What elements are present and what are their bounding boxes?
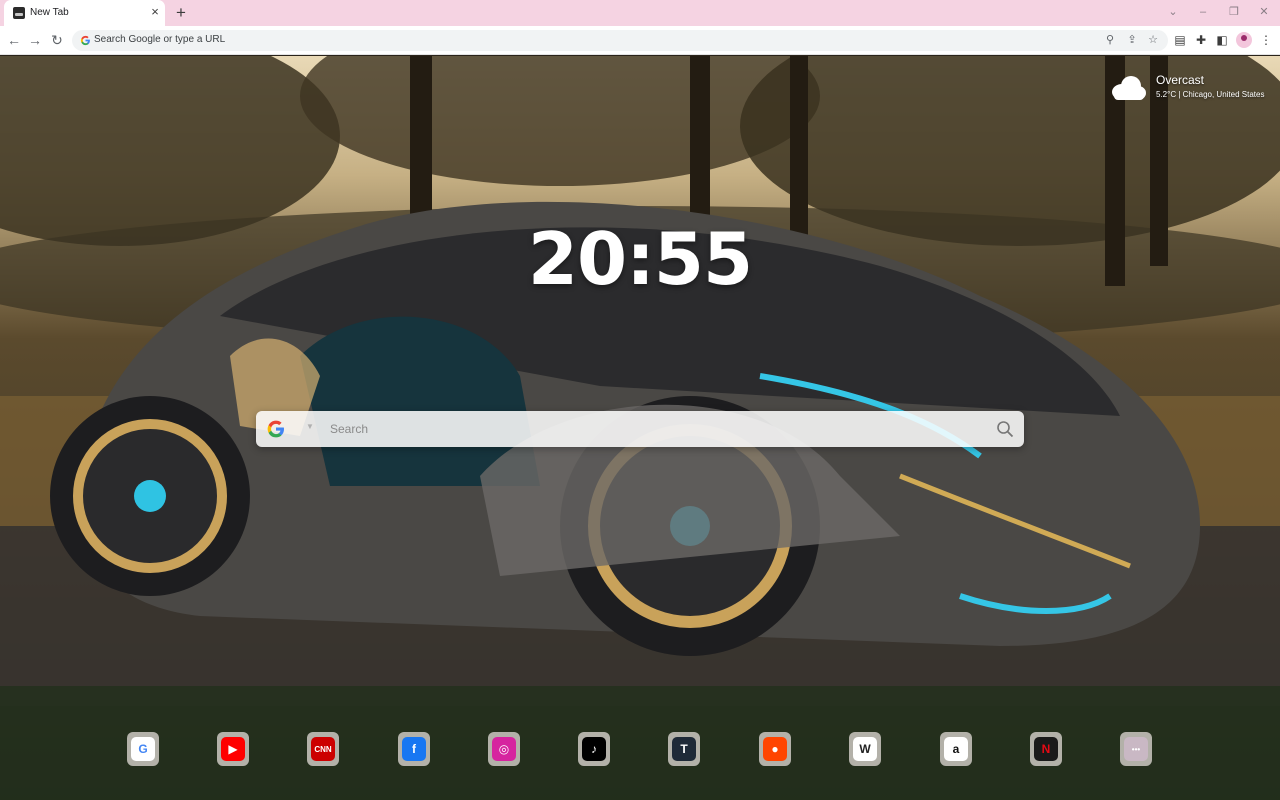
tab-favicon-icon (13, 7, 25, 19)
shortcut-wikipedia[interactable]: W (849, 732, 881, 766)
shortcut-reddit[interactable]: ● (759, 732, 791, 766)
cloud-icon (1112, 76, 1146, 100)
clock-time: 20:55 (527, 217, 753, 301)
shortcut-google[interactable]: G (127, 732, 159, 766)
google-icon (80, 35, 90, 46)
shortcut-netflix-icon: N (1034, 737, 1058, 761)
tab-close-icon[interactable]: × (149, 5, 161, 19)
window-close-icon[interactable]: ✕ (1255, 4, 1273, 20)
weather-detail: 5.2°C | Chicago, United States (1156, 90, 1265, 99)
tab-title: New Tab (30, 7, 69, 18)
search-box: ▼ (256, 411, 1024, 447)
back-icon[interactable]: ← (4, 30, 24, 50)
menu-icon[interactable]: ⋮ (1258, 32, 1274, 48)
browser-toolbar: ← → ↻ Search Google or type a URL ⚲ ⇪ ☆ … (0, 26, 1280, 55)
shortcut-amazon-icon: a (944, 737, 968, 761)
shortcut-facebook-icon: f (402, 737, 426, 761)
shortcuts-dock: G ▶ CNN f ◎ ♪ T ● W a N ••• (0, 732, 1280, 768)
omnibox-placeholder: Search Google or type a URL (94, 34, 226, 45)
more-dots-icon: ••• (1124, 737, 1148, 761)
shortcut-youtube[interactable]: ▶ (217, 732, 249, 766)
weather-condition: Overcast (1156, 73, 1205, 87)
shortcut-instagram-icon: ◎ (492, 737, 516, 761)
weather-widget[interactable]: Overcast 5.2°C | Chicago, United States (1110, 72, 1275, 106)
shortcut-facebook[interactable]: f (398, 732, 430, 766)
shortcut-tumblr[interactable]: T (668, 732, 700, 766)
restore-icon[interactable]: ❐ (1225, 4, 1243, 20)
engine-chevron-down-icon[interactable]: ▼ (306, 422, 314, 431)
shortcut-wikipedia-icon: W (853, 737, 877, 761)
shortcut-cnn[interactable]: CNN (307, 732, 339, 766)
puzzle-icon[interactable]: ✚ (1193, 32, 1209, 48)
shortcut-instagram[interactable]: ◎ (488, 732, 520, 766)
tab-search-chevron-down-icon[interactable]: ⌄ (1164, 4, 1182, 20)
bookmark-star-icon[interactable]: ☆ (1145, 32, 1161, 48)
shortcut-reddit-icon: ● (763, 737, 787, 761)
reload-icon[interactable]: ↻ (47, 30, 67, 50)
omnibox[interactable]: Search Google or type a URL ⚲ ⇪ ☆ (72, 30, 1168, 51)
side-panel-icon[interactable]: ◧ (1214, 32, 1230, 48)
shortcut-tumblr-icon: T (672, 737, 696, 761)
shortcut-youtube-icon: ▶ (221, 737, 245, 761)
shortcut-cnn-icon: CNN (311, 737, 335, 761)
shortcut-google-icon: G (131, 737, 155, 761)
shortcut-amazon[interactable]: a (940, 732, 972, 766)
search-icon[interactable] (996, 420, 1014, 438)
new-tab-button[interactable]: + (172, 3, 190, 22)
location-icon[interactable]: ⚲ (1102, 32, 1118, 48)
profile-avatar[interactable] (1236, 32, 1252, 48)
shortcut-netflix[interactable]: N (1030, 732, 1062, 766)
forward-icon[interactable]: → (25, 30, 45, 50)
tab-strip: New Tab × + ⌄ – ❐ ✕ (0, 0, 1280, 26)
share-icon[interactable]: ⇪ (1124, 32, 1140, 48)
search-input[interactable] (330, 417, 980, 441)
shortcut-tiktok[interactable]: ♪ (578, 732, 610, 766)
shortcut-more[interactable]: ••• (1120, 732, 1152, 766)
extension-icon[interactable]: ▤ (1172, 32, 1188, 48)
tab-new-tab[interactable]: New Tab × (4, 0, 165, 26)
minimize-icon[interactable]: – (1194, 4, 1212, 20)
google-icon[interactable] (266, 419, 286, 439)
shortcut-tiktok-icon: ♪ (582, 737, 606, 761)
